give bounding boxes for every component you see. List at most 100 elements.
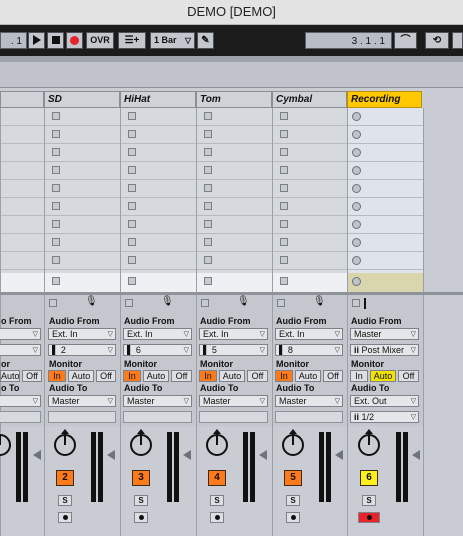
clip-slot[interactable] [1, 252, 45, 270]
clip-stop-icon[interactable] [52, 166, 60, 174]
clip-slot[interactable] [273, 144, 347, 162]
clip-slot[interactable] [1, 162, 45, 180]
arm-square-icon[interactable] [277, 299, 285, 307]
record-slot-icon[interactable] [352, 238, 361, 247]
clip-slot[interactable] [273, 234, 347, 252]
volume-fader-icon[interactable] [183, 450, 191, 460]
solo-button[interactable]: S [210, 495, 224, 506]
clip-stop-icon[interactable] [204, 184, 212, 192]
track-activator-button[interactable]: 5 [284, 470, 302, 486]
monitor-auto-button[interactable]: Auto [68, 370, 94, 382]
clip-slot[interactable] [45, 162, 120, 180]
clip-stop-icon[interactable] [128, 202, 136, 210]
clip-slot[interactable] [348, 126, 423, 144]
monitor-off-button[interactable]: Off [171, 370, 192, 382]
selected-scene-slot[interactable] [348, 273, 423, 292]
track-header-tom[interactable]: Tom [196, 91, 272, 108]
clip-stop-icon[interactable] [128, 148, 136, 156]
play-button[interactable] [28, 32, 45, 49]
clip-slot[interactable] [1, 144, 45, 162]
pan-knob[interactable] [54, 434, 76, 456]
clip-slot[interactable] [348, 108, 423, 126]
clip-slot[interactable] [121, 252, 196, 270]
monitor-auto-button[interactable]: Auto [295, 370, 321, 382]
monitor-off-button[interactable]: Off [398, 370, 419, 382]
selected-scene-slot[interactable] [45, 273, 120, 292]
clip-slot[interactable] [45, 108, 120, 126]
clip-slot[interactable] [348, 234, 423, 252]
solo-button[interactable]: S [362, 495, 376, 506]
arm-square-icon[interactable] [201, 299, 209, 307]
monitor-in-button[interactable]: In [199, 370, 217, 382]
clip-slot[interactable] [121, 162, 196, 180]
audio-from-select[interactable]: Master ▽ [350, 328, 419, 340]
clip-stop-icon[interactable] [280, 277, 288, 285]
punch-out-button[interactable] [452, 32, 463, 49]
clip-slot[interactable] [348, 198, 423, 216]
clip-slot[interactable] [348, 180, 423, 198]
audio-to-select[interactable]: Master ▽ [275, 395, 343, 407]
clip-stop-icon[interactable] [52, 112, 60, 120]
clip-stop-icon[interactable] [204, 112, 212, 120]
clip-slot[interactable] [121, 180, 196, 198]
clip-slot[interactable] [197, 126, 272, 144]
pan-knob[interactable] [206, 434, 228, 456]
clip-slot[interactable] [273, 198, 347, 216]
clip-slot[interactable] [45, 198, 120, 216]
scrub-area[interactable] [0, 62, 463, 88]
clip-slot[interactable] [348, 144, 423, 162]
solo-button[interactable]: S [58, 495, 72, 506]
clip-stop-icon[interactable] [128, 130, 136, 138]
track-header-cymbal[interactable]: Cymbal [272, 91, 347, 108]
clip-stop-icon[interactable] [52, 184, 60, 192]
clip-stop-icon[interactable] [52, 130, 60, 138]
volume-fader-icon[interactable] [259, 450, 267, 460]
clip-slot[interactable] [197, 198, 272, 216]
clip-slot[interactable] [45, 126, 120, 144]
input-channel-select[interactable]: ▌ 5 ▽ [199, 344, 268, 356]
selected-scene-slot[interactable] [121, 273, 196, 292]
record-slot-icon[interactable] [352, 130, 361, 139]
clip-slot[interactable] [1, 216, 45, 234]
arm-button[interactable] [58, 512, 72, 523]
monitor-auto-button[interactable]: Auto [219, 370, 245, 382]
clip-stop-icon[interactable] [280, 184, 288, 192]
clip-stop-icon[interactable] [128, 256, 136, 264]
track-activator-button[interactable]: 4 [208, 470, 226, 486]
arm-square-icon[interactable] [49, 299, 57, 307]
monitor-in-button[interactable]: In [275, 370, 293, 382]
volume-fader-icon[interactable] [335, 450, 343, 460]
arm-button[interactable] [134, 512, 148, 523]
record-slot-icon[interactable] [352, 166, 361, 175]
clip-slot[interactable] [197, 234, 272, 252]
clip-slot[interactable] [197, 144, 272, 162]
input-channel-select[interactable]: ▌ 8 ▽ [275, 344, 343, 356]
clip-slot[interactable] [1, 126, 45, 144]
audio-to-select[interactable]: Master ▽ [123, 395, 192, 407]
clip-stop-icon[interactable] [128, 220, 136, 228]
output-channel-select[interactable]: ii 1/2 ▽ [350, 411, 419, 423]
follow-button[interactable]: ☰+ [118, 32, 146, 49]
monitor-auto-button[interactable]: Auto [0, 370, 20, 382]
clip-slot[interactable] [348, 162, 423, 180]
clip-slot[interactable] [45, 216, 120, 234]
track-activator-button[interactable]: 3 [132, 470, 150, 486]
clip-stop-icon[interactable] [204, 220, 212, 228]
audio-from-select[interactable]: Ext. In ▽ [275, 328, 343, 340]
clip-slot[interactable] [273, 162, 347, 180]
audio-from-select[interactable]: Ext. In ▽ [48, 328, 116, 340]
arm-button[interactable] [210, 512, 224, 523]
clip-stop-icon[interactable] [204, 256, 212, 264]
clip-stop-icon[interactable] [128, 238, 136, 246]
clip-slot[interactable] [273, 180, 347, 198]
clip-stop-icon[interactable] [280, 220, 288, 228]
clip-stop-icon[interactable] [280, 166, 288, 174]
draw-mode-button[interactable]: ✎ [197, 32, 214, 49]
record-button[interactable] [66, 32, 83, 49]
solo-button[interactable]: S [134, 495, 148, 506]
clip-slot[interactable] [273, 252, 347, 270]
clip-stop-icon[interactable] [280, 202, 288, 210]
loop-start-position[interactable]: 3 . 1 . 1 [305, 32, 392, 49]
track-header-sd[interactable]: SD [44, 91, 120, 108]
clip-slot[interactable] [1, 180, 45, 198]
